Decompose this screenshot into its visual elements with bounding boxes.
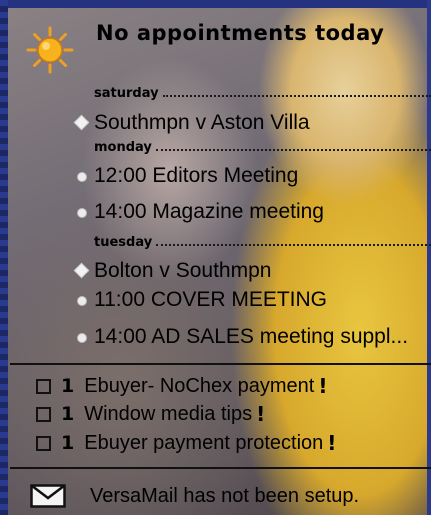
section-divider: [10, 467, 431, 469]
task-checkbox[interactable]: [36, 378, 51, 394]
appointment-bullet-icon: [77, 208, 87, 218]
task-priority: 1: [61, 403, 75, 425]
task-priority: 1: [61, 432, 75, 454]
agenda-item[interactable]: 11:00 COVER MEETING: [94, 287, 327, 313]
agenda-item[interactable]: 14:00 Magazine meeting: [94, 199, 324, 225]
day-header-saturday: saturday: [94, 86, 431, 102]
day-label: monday: [94, 140, 152, 155]
task-item[interactable]: 1 Window media tips !: [36, 402, 265, 426]
agenda-item[interactable]: Southmpn v Aston Villa: [94, 110, 310, 136]
dotted-separator: [156, 244, 431, 246]
appointment-bullet-icon: [77, 333, 87, 343]
appointment-bullet-icon: [77, 296, 87, 306]
dotted-separator: [155, 149, 431, 151]
frame-left: [0, 0, 8, 515]
frame-right: [427, 0, 431, 515]
day-label: tuesday: [94, 235, 153, 250]
agenda-item[interactable]: 12:00 Editors Meeting: [94, 163, 298, 189]
due-flag: !: [318, 374, 328, 398]
due-flag: !: [327, 431, 337, 455]
agenda-item[interactable]: Bolton v Southmpn: [94, 258, 271, 284]
agenda-item[interactable]: 14:00 AD SALES meeting suppl...: [94, 324, 408, 350]
task-checkbox[interactable]: [36, 406, 51, 422]
frame-top: [0, 0, 431, 8]
sun-icon: [26, 26, 74, 74]
section-divider: [10, 363, 431, 365]
mail-status-text: VersaMail has not been setup.: [90, 484, 360, 507]
dotted-separator: [162, 95, 431, 97]
task-label: Ebuyer payment protection: [84, 432, 324, 454]
task-item[interactable]: 1 Ebuyer- NoChex payment !: [36, 374, 327, 398]
task-label: Window media tips: [84, 403, 253, 425]
envelope-icon: [30, 484, 66, 508]
appointment-bullet-icon: [77, 172, 87, 182]
due-flag: !: [256, 402, 266, 426]
task-label: Ebuyer- NoChex payment: [84, 375, 315, 397]
task-priority: 1: [61, 375, 75, 397]
task-item[interactable]: 1 Ebuyer payment protection !: [36, 431, 336, 455]
day-header-tuesday: tuesday: [94, 235, 431, 251]
versamail-status[interactable]: VersaMail has not been setup.: [30, 484, 359, 508]
day-header-monday: monday: [94, 140, 431, 156]
task-checkbox[interactable]: [36, 435, 51, 451]
day-label: saturday: [94, 86, 159, 101]
today-headline[interactable]: No appointments today: [96, 20, 396, 47]
